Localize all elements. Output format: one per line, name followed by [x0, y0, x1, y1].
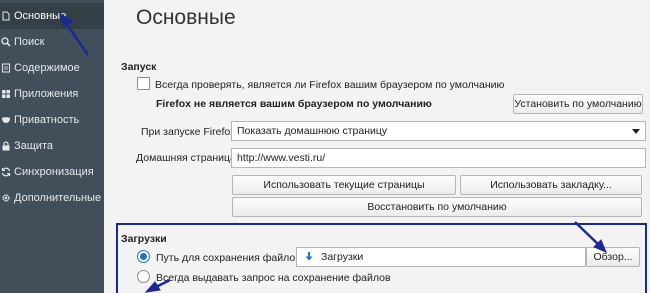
- download-arrow-icon: [303, 251, 315, 263]
- lock-icon: [1, 141, 11, 151]
- sidebar-item-security[interactable]: Защита: [0, 133, 104, 159]
- sidebar-item-search[interactable]: Поиск: [0, 29, 104, 55]
- homepage-label: Домашняя страница:: [136, 152, 239, 164]
- sidebar-item-sync[interactable]: Синхронизация: [0, 159, 104, 185]
- use-current-pages-button[interactable]: Использовать текущие страницы: [232, 175, 456, 195]
- page-title: Основные: [136, 6, 236, 29]
- chevron-down-icon: [632, 129, 640, 134]
- startup-section-title: Запуск: [121, 61, 157, 73]
- always-ask-label: Всегда выдавать запрос на сохранение фай…: [156, 272, 391, 284]
- sidebar-item-label: Синхронизация: [14, 166, 94, 178]
- download-folder-field: Загрузки: [296, 247, 586, 267]
- sync-icon: [1, 167, 11, 177]
- sidebar-item-label: Приложения: [14, 88, 79, 100]
- search-icon: [1, 37, 11, 47]
- sidebar-item-label: Дополнительные: [14, 192, 102, 204]
- browse-button[interactable]: Обзор...: [586, 247, 640, 267]
- on-start-select[interactable]: Показать домашнюю страницу: [231, 121, 646, 141]
- on-start-label: При запуске Firefox:: [141, 126, 239, 138]
- sidebar-item-label: Поиск: [14, 36, 45, 48]
- sidebar-item-label: Основные: [14, 10, 67, 22]
- mask-icon: [1, 115, 11, 125]
- not-default-status: Firefox не является вашим браузером по у…: [156, 98, 432, 110]
- homepage-input[interactable]: http://www.vesti.ru/: [231, 148, 646, 168]
- save-path-radio[interactable]: [137, 250, 150, 263]
- downloads-section-title: Загрузки: [121, 233, 167, 245]
- apps-icon: [1, 89, 11, 99]
- use-bookmark-button[interactable]: Использовать закладку...: [460, 175, 642, 195]
- sidebar-item-advanced[interactable]: Дополнительные: [0, 185, 104, 211]
- sidebar-item-general[interactable]: Основные: [0, 3, 104, 29]
- restore-default-button[interactable]: Восстановить по умолчанию: [232, 197, 642, 217]
- sidebar: Основные Поиск Содержимое Приложения При…: [0, 0, 104, 293]
- always-ask-radio[interactable]: [137, 270, 150, 283]
- sidebar-item-privacy[interactable]: Приватность: [0, 107, 104, 133]
- sidebar-item-label: Содержимое: [14, 62, 80, 74]
- default-browser-check-label: Всегда проверять, является ли Firefox ва…: [155, 79, 505, 91]
- sidebar-item-label: Защита: [14, 140, 53, 152]
- sidebar-item-applications[interactable]: Приложения: [0, 81, 104, 107]
- on-start-value: Показать домашнюю страницу: [237, 125, 388, 137]
- page-icon: [1, 11, 11, 21]
- set-default-button[interactable]: Установить по умолчанию: [513, 94, 643, 114]
- download-folder-value: Загрузки: [321, 251, 364, 263]
- sidebar-item-label: Приватность: [14, 114, 80, 126]
- default-browser-checkbox[interactable]: [137, 77, 150, 90]
- save-path-label: Путь для сохранения файлов: [156, 252, 301, 264]
- homepage-value: http://www.vesti.ru/: [237, 152, 326, 164]
- preferences-main: Основные Запуск Всегда проверять, являет…: [104, 0, 650, 293]
- page-icon: [1, 63, 11, 73]
- sidebar-item-content[interactable]: Содержимое: [0, 55, 104, 81]
- gear-icon: [1, 193, 11, 203]
